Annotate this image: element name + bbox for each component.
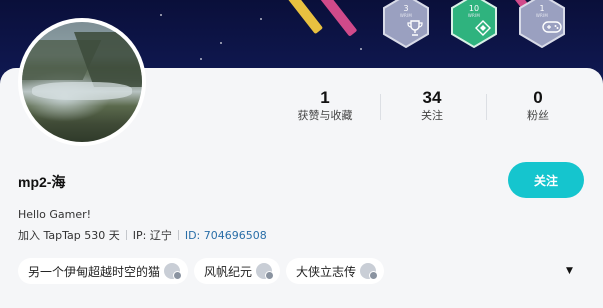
profile-bio: Hello Gamer! <box>18 208 92 221</box>
stat-likes[interactable]: 1 获赞与收藏 <box>270 88 380 124</box>
banner-star <box>220 42 222 44</box>
profile-name: mp2-海 <box>18 174 66 190</box>
game-chip-label: 另一个伊甸超越时空的猫 <box>28 264 161 279</box>
chevron-down-icon[interactable]: ▼ <box>566 266 573 276</box>
stat-followers[interactable]: 0 粉丝 <box>483 88 593 124</box>
stat-value: 1 <box>320 88 330 107</box>
meta-separator <box>125 230 127 240</box>
badge-trophy[interactable]: 3 WRIM <box>382 0 430 48</box>
badge-sub: WRIM <box>399 13 413 18</box>
joined-text: 加入 TapTap 530 天 <box>18 229 120 242</box>
stat-label: 关注 <box>421 109 443 122</box>
badge-sub: WRIM <box>535 13 549 18</box>
banner-star <box>260 18 262 20</box>
badge-gamepad[interactable]: 1 WRIM <box>518 0 566 48</box>
stat-following[interactable]: 34 关注 <box>377 88 487 124</box>
game-chip[interactable]: 大侠立志传 <box>286 258 385 284</box>
stat-value: 34 <box>422 88 442 107</box>
badge-sub: WRIM <box>467 13 481 18</box>
game-chip-label: 风帆纪元 <box>204 264 253 279</box>
game-avatar-icon <box>164 263 183 280</box>
stats-row: 1 获赞与收藏 34 关注 0 粉丝 <box>270 88 590 128</box>
stat-value: 0 <box>533 88 543 107</box>
meta-separator <box>177 230 179 240</box>
game-chips: 另一个伊甸超越时空的猫 风帆纪元 大侠立志传 <box>18 258 385 284</box>
follow-button[interactable]: 关注 <box>508 162 584 198</box>
profile-meta: 加入 TapTap 530 天 IP: 辽宁 ID: 704696508 <box>18 227 267 243</box>
game-chip[interactable]: 风帆纪元 <box>194 258 281 284</box>
user-id[interactable]: ID: 704696508 <box>185 229 267 242</box>
badge-count: 1 <box>539 4 545 13</box>
game-avatar-icon <box>256 263 275 280</box>
banner-streak <box>286 0 324 35</box>
banner-star <box>200 58 202 60</box>
stat-label: 获赞与收藏 <box>297 109 353 122</box>
badge-count: 3 <box>403 4 409 13</box>
banner-star <box>360 48 362 50</box>
banner-streak <box>312 0 358 37</box>
avatar[interactable] <box>18 18 146 146</box>
avatar-image <box>22 22 142 142</box>
game-chip[interactable]: 另一个伊甸超越时空的猫 <box>18 258 189 284</box>
badge-diamond[interactable]: 10 WRIM <box>450 0 498 48</box>
ip-location: IP: 辽宁 <box>132 229 172 242</box>
badge-count: 10 <box>468 4 480 13</box>
game-chip-label: 大侠立志传 <box>296 264 357 279</box>
game-avatar-icon <box>360 263 379 280</box>
stat-label: 粉丝 <box>527 109 549 122</box>
banner-star <box>160 14 162 16</box>
